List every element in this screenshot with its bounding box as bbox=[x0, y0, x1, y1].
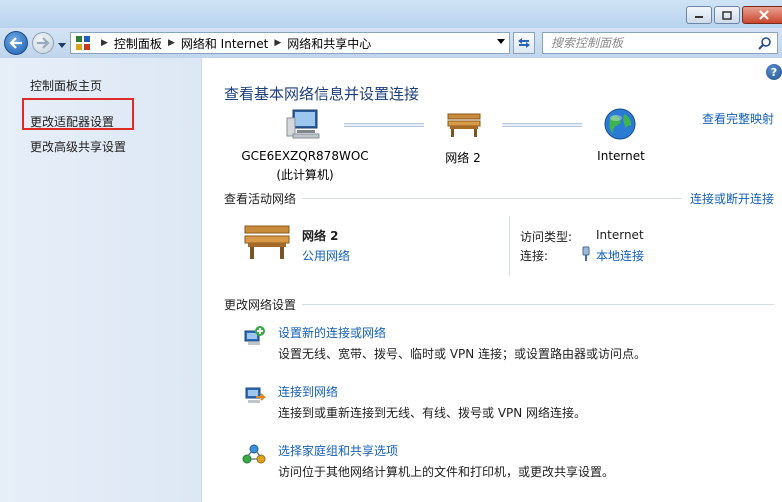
window-controls bbox=[686, 6, 782, 24]
sidebar-item-advanced-sharing-settings[interactable]: 更改高级共享设置 bbox=[30, 138, 126, 155]
help-button[interactable]: ? bbox=[766, 64, 782, 80]
connect-disconnect-link[interactable]: 连接或断开连接 bbox=[690, 190, 774, 207]
view-full-map-link[interactable]: 查看完整映射 bbox=[702, 110, 774, 127]
map-computer-label[interactable]: GCE6EXZQR878WOC (此计算机) bbox=[236, 149, 374, 183]
address-dropdown[interactable] bbox=[497, 38, 505, 48]
active-network-name: 网络 2 bbox=[302, 229, 339, 243]
map-network-label[interactable]: 网络 2 bbox=[430, 149, 496, 166]
address-bar[interactable]: ▶ 控制面板 ▶ 网络和 Internet ▶ 网络和共享中心 bbox=[70, 32, 510, 54]
homegroup-icon bbox=[242, 444, 266, 464]
local-connection-link[interactable]: 本地连接 bbox=[596, 247, 644, 264]
recent-pages-dropdown[interactable] bbox=[58, 38, 66, 52]
breadcrumb-network-sharing-center[interactable]: 网络和共享中心 bbox=[287, 35, 371, 52]
arrow-right-icon bbox=[37, 37, 50, 49]
maximize-icon bbox=[722, 10, 732, 20]
homegroup-sharing-description: 访问位于其他网络计算机上的文件和打印机，或更改共享设置。 bbox=[278, 465, 615, 479]
chevron-down-icon bbox=[58, 43, 66, 48]
access-type-label: 访问类型: bbox=[520, 230, 573, 244]
access-type-value: Internet bbox=[596, 228, 644, 242]
connect-network-icon bbox=[245, 387, 266, 403]
network-adapter-icon bbox=[582, 246, 590, 261]
section-divider bbox=[302, 198, 682, 199]
setup-connection-description: 设置无线、宽带、拨号、临时或 VPN 连接；或设置路由器或访问点。 bbox=[278, 347, 647, 361]
map-internet-label[interactable]: Internet bbox=[592, 149, 650, 163]
computer-name: GCE6EXZQR878WOC bbox=[241, 149, 369, 163]
back-button[interactable] bbox=[4, 31, 28, 55]
computer-subtitle: (此计算机) bbox=[276, 168, 334, 182]
page-title: 查看基本网络信息并设置连接 bbox=[224, 85, 420, 103]
breadcrumb-separator[interactable]: ▶ bbox=[274, 38, 281, 48]
chevron-down-icon bbox=[497, 39, 505, 44]
sidebar-item-control-panel-home[interactable]: 控制面板主页 bbox=[30, 77, 102, 94]
close-icon bbox=[759, 10, 769, 20]
breadcrumb-separator[interactable]: ▶ bbox=[168, 38, 175, 48]
control-panel-icon bbox=[76, 36, 90, 50]
new-connection-icon bbox=[244, 326, 265, 345]
computer-icon bbox=[286, 109, 320, 139]
search-icon bbox=[758, 37, 771, 50]
breadcrumb-control-panel[interactable]: 控制面板 bbox=[114, 35, 162, 52]
minimize-button[interactable] bbox=[686, 6, 712, 24]
setup-connection-link[interactable]: 设置新的连接或网络 bbox=[278, 324, 386, 341]
map-connection-line bbox=[344, 123, 424, 127]
bench-icon bbox=[447, 113, 481, 137]
close-button[interactable] bbox=[742, 6, 782, 24]
refresh-icon bbox=[518, 38, 530, 48]
connect-network-link[interactable]: 连接到网络 bbox=[278, 383, 338, 400]
search-input[interactable] bbox=[551, 36, 751, 50]
active-networks-heading: 查看活动网络 bbox=[224, 192, 297, 206]
search-button[interactable] bbox=[758, 36, 772, 53]
change-settings-heading: 更改网络设置 bbox=[224, 298, 297, 312]
network-type-link[interactable]: 公用网络 bbox=[302, 247, 350, 264]
help-icon: ? bbox=[770, 65, 778, 79]
search-field[interactable] bbox=[542, 32, 778, 54]
map-connection-line bbox=[502, 123, 582, 127]
vertical-divider bbox=[509, 216, 510, 276]
bench-icon bbox=[244, 225, 290, 259]
title-bar bbox=[0, 0, 782, 28]
minimize-icon bbox=[695, 16, 703, 18]
breadcrumb-network-internet[interactable]: 网络和 Internet bbox=[181, 35, 268, 52]
refresh-button[interactable] bbox=[513, 32, 535, 54]
globe-icon bbox=[604, 108, 636, 140]
homegroup-sharing-link[interactable]: 选择家庭组和共享选项 bbox=[278, 442, 398, 459]
forward-button[interactable] bbox=[32, 32, 54, 54]
connections-label: 连接: bbox=[520, 249, 549, 263]
arrow-left-icon bbox=[9, 37, 22, 49]
maximize-button[interactable] bbox=[714, 6, 740, 24]
navigation-bar: ▶ 控制面板 ▶ 网络和 Internet ▶ 网络和共享中心 bbox=[0, 28, 782, 58]
section-divider bbox=[302, 304, 774, 305]
connect-network-description: 连接到或重新连接到无线、有线、拨号或 VPN 网络连接。 bbox=[278, 406, 587, 420]
breadcrumb-separator[interactable]: ▶ bbox=[101, 38, 108, 48]
highlight-box bbox=[22, 98, 134, 130]
